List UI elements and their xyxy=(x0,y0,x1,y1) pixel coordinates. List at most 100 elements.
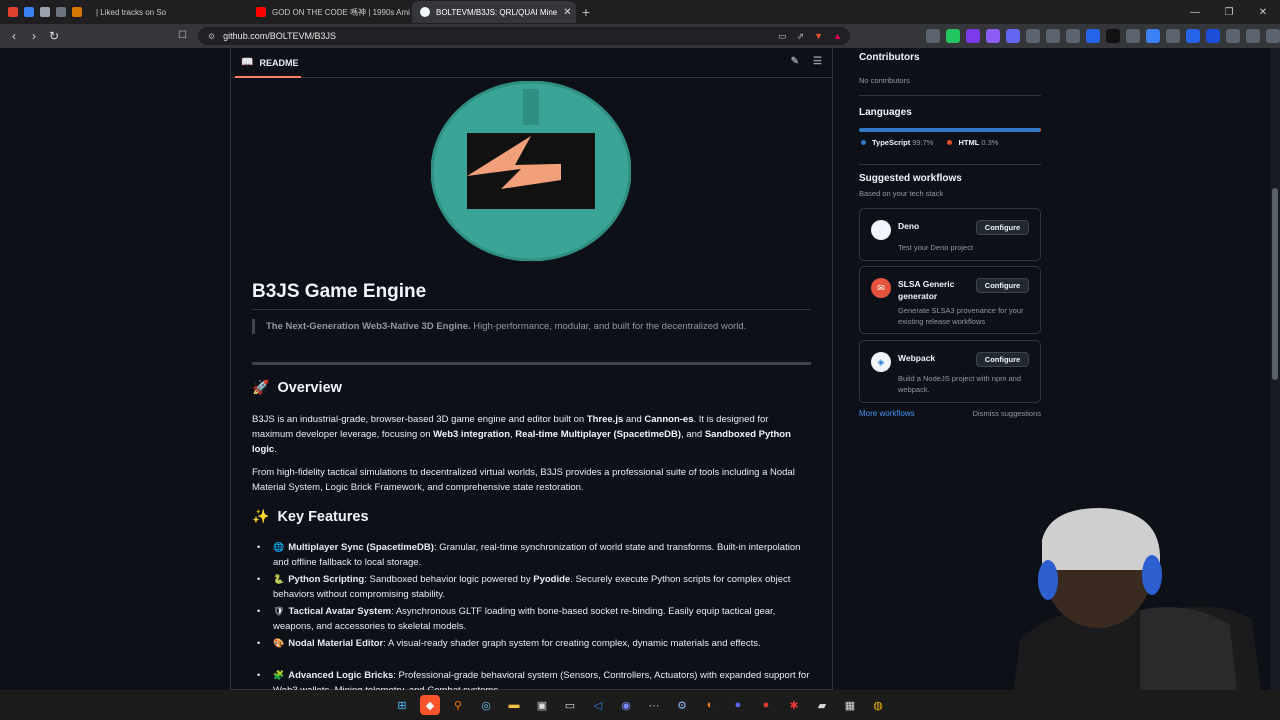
contributors-empty-text: No contributors xyxy=(859,76,910,85)
app-icon[interactable]: ● xyxy=(728,695,748,715)
suggested-workflows-heading: Suggested workflows xyxy=(859,173,962,184)
configure-button[interactable]: Configure xyxy=(976,220,1029,235)
app-icon[interactable]: ✱ xyxy=(784,695,804,715)
app-icon[interactable]: ⋯ xyxy=(644,695,664,715)
tab-soundcloud[interactable]: | Liked tracks on So xyxy=(88,1,248,23)
share-icon[interactable]: ⇗ xyxy=(797,31,805,42)
extension-icon[interactable] xyxy=(926,29,940,43)
readme-tab[interactable]: 📖 README ✎ ☰ xyxy=(231,48,832,78)
brave-icon[interactable]: ◆ xyxy=(420,695,440,715)
file-explorer-icon[interactable]: ▬ xyxy=(504,695,524,715)
language-bar xyxy=(859,128,1041,132)
language-dot xyxy=(947,140,953,145)
readme-tab-label: README xyxy=(259,57,299,68)
brave-rewards-icon[interactable]: ▲ xyxy=(833,31,842,42)
feature-desc: : Sandboxed behavior logic powered by xyxy=(364,574,534,585)
bookmark-icon[interactable]: ☐ xyxy=(178,30,187,41)
extension-icon[interactable] xyxy=(1146,29,1160,43)
pinned-tab-icon[interactable] xyxy=(40,7,50,17)
puzzle-icon[interactable] xyxy=(1246,29,1260,43)
b3js-logo xyxy=(431,81,631,261)
feature-desc: : A visual-ready shader graph system for… xyxy=(383,638,761,649)
feature-bold-term: Pyodide xyxy=(533,574,571,585)
pinned-tabs[interactable] xyxy=(0,1,88,23)
extension-icon[interactable] xyxy=(1066,29,1080,43)
minimize-icon[interactable]: — xyxy=(1178,0,1212,24)
browser-toolbar: ‹ › ↻ ☐ ⚙ github.com/BOLTEVM/B3JS ▭ ⇗ ▼ … xyxy=(0,24,1280,48)
cast-icon[interactable]: ▭ xyxy=(778,31,787,42)
extension-icon[interactable] xyxy=(1126,29,1140,43)
discord-icon[interactable]: ◉ xyxy=(616,695,636,715)
extension-icon[interactable] xyxy=(966,29,980,43)
more-workflows-link[interactable]: More workflows xyxy=(859,409,915,418)
extension-icon[interactable] xyxy=(1046,29,1060,43)
pinned-tab-icon[interactable] xyxy=(8,7,18,17)
extension-icon[interactable] xyxy=(1206,29,1220,43)
suggested-workflows-subtitle: Based on your tech stack xyxy=(859,189,944,198)
close-tab-icon[interactable]: ✕ xyxy=(563,7,571,18)
vscode-icon[interactable]: ◁ xyxy=(588,695,608,715)
tab-github-b3js[interactable]: BOLTEVM/B3JS: QRL/QUAI Mine ✕ xyxy=(412,1,576,23)
bold-term: Real-time Multiplayer (SpacetimeDB) xyxy=(515,429,682,440)
features-list: 🌐Multiplayer Sync (SpacetimeDB): Granula… xyxy=(252,540,812,700)
chrome-icon[interactable]: ◍ xyxy=(868,695,888,715)
section-divider xyxy=(859,95,1041,96)
back-icon[interactable]: ‹ xyxy=(4,29,24,43)
scrollbar-thumb[interactable] xyxy=(1272,188,1278,380)
pinned-tab-icon[interactable] xyxy=(72,7,82,17)
outline-list-icon[interactable]: ☰ xyxy=(813,56,822,67)
blender-icon[interactable]: ◐ xyxy=(700,695,720,715)
language-name: HTML xyxy=(958,138,980,147)
overview-paragraph-1: B3JS is an industrial-grade, browser-bas… xyxy=(252,412,812,457)
search-icon[interactable]: ⚲ xyxy=(448,695,468,715)
extension-icon[interactable] xyxy=(1226,29,1240,43)
app-icon[interactable]: ▭ xyxy=(560,695,580,715)
sidebar-icon[interactable] xyxy=(1266,29,1280,43)
restore-icon[interactable]: ❐ xyxy=(1212,0,1246,24)
text-run: . xyxy=(274,444,277,455)
close-window-icon[interactable]: ✕ xyxy=(1246,0,1280,24)
key-features-heading-text: Key Features xyxy=(277,508,369,525)
extensions-bar: ≡ xyxy=(926,29,1280,43)
contributors-heading[interactable]: Contributors xyxy=(859,52,920,63)
app-icon[interactable]: ● xyxy=(756,695,776,715)
dismiss-suggestions-link[interactable]: Dismiss suggestions xyxy=(973,409,1041,418)
forward-icon[interactable]: › xyxy=(24,29,44,43)
extension-icon[interactable] xyxy=(986,29,1000,43)
configure-button[interactable]: Configure xyxy=(976,352,1029,367)
extension-icon[interactable] xyxy=(1106,29,1120,43)
app-icon[interactable]: ▰ xyxy=(812,695,832,715)
key-features-heading: ✨ Key Features xyxy=(252,508,369,525)
brave-shields-icon[interactable]: ▼ xyxy=(814,31,823,42)
steam-icon[interactable]: ◎ xyxy=(476,695,496,715)
extension-icon[interactable] xyxy=(946,29,960,43)
extension-icon[interactable] xyxy=(1026,29,1040,43)
address-bar[interactable]: ⚙ github.com/BOLTEVM/B3JS ▭ ⇗ ▼ ▲ xyxy=(198,27,850,45)
text-run: B3JS is an industrial-grade, browser-bas… xyxy=(252,414,587,425)
language-bar-html-segment xyxy=(1040,128,1041,132)
terminal-icon[interactable]: ▣ xyxy=(532,695,552,715)
extension-icon[interactable] xyxy=(1006,29,1020,43)
start-icon[interactable]: ⊞ xyxy=(392,695,412,715)
language-item-typescript[interactable]: TypeScript 99.7% xyxy=(861,138,933,147)
language-percent: 99.7% xyxy=(912,138,934,147)
pinned-tab-icon[interactable] xyxy=(24,7,34,17)
pinned-tab-icon[interactable] xyxy=(56,7,66,17)
github-icon xyxy=(420,7,430,17)
site-info-icon[interactable]: ⚙ xyxy=(208,32,215,41)
book-icon: 📖 xyxy=(241,57,254,68)
tab-youtube[interactable]: GOD ON THE CODE 嗎神 | 1990s Ami xyxy=(248,1,412,23)
reload-icon[interactable]: ↻ xyxy=(44,29,64,43)
extension-icon[interactable] xyxy=(1166,29,1180,43)
extension-icon[interactable] xyxy=(1086,29,1100,43)
configure-button[interactable]: Configure xyxy=(976,278,1029,293)
page-scrollbar[interactable] xyxy=(1270,48,1280,690)
extension-icon[interactable] xyxy=(1186,29,1200,43)
language-item-html[interactable]: HTML 0.3% xyxy=(947,138,998,147)
new-tab-button[interactable]: + xyxy=(576,4,596,20)
app-icon[interactable]: ▦ xyxy=(840,695,860,715)
app-icon[interactable]: ⚙ xyxy=(672,695,692,715)
edit-pencil-icon[interactable]: ✎ xyxy=(791,56,799,67)
workflow-desc: Test your Deno project xyxy=(898,243,974,252)
tagline-text: High-performance, modular, and built for… xyxy=(470,321,747,332)
